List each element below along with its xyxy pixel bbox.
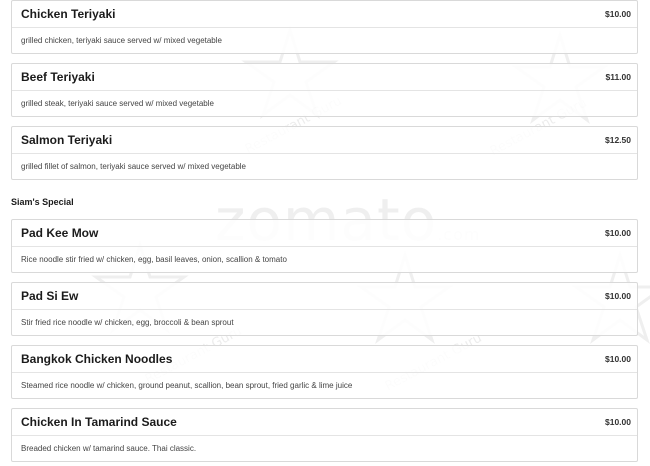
menu-item-header: Chicken Teriyaki $10.00 [12,1,637,28]
dish-price: $10.00 [605,417,631,427]
dish-name: Beef Teriyaki [21,70,95,84]
menu-item-body: grilled steak, teriyaki sauce served w/ … [12,91,637,116]
dish-description: grilled fillet of salmon, teriyaki sauce… [21,162,246,171]
menu-item-body: grilled chicken, teriyaki sauce served w… [12,28,637,53]
dish-price: $11.00 [605,72,631,82]
menu-item-card: Chicken In Tamarind Sauce $10.00 Breaded… [11,408,638,462]
dish-name: Salmon Teriyaki [21,133,113,147]
dish-description: grilled chicken, teriyaki sauce served w… [21,36,222,45]
menu-item-card: Pad Si Ew $10.00 Stir fried rice noodle … [11,282,638,336]
dish-price: $10.00 [605,228,631,238]
dish-name: Bangkok Chicken Noodles [21,352,173,366]
menu-item-header: Pad Kee Mow $10.00 [12,220,637,247]
dish-description: Rice noodle stir fried w/ chicken, egg, … [21,255,287,264]
dish-description: Steamed rice noodle w/ chicken, ground p… [21,381,353,390]
dish-name: Pad Kee Mow [21,226,99,240]
dish-description: Breaded chicken w/ tamarind sauce. Thai … [21,444,197,453]
dish-price: $10.00 [605,291,631,301]
menu-item-header: Salmon Teriyaki $12.50 [12,127,637,154]
section-title: Siam's Special [11,197,74,207]
menu-item-header: Bangkok Chicken Noodles $10.00 [12,346,637,373]
dish-description: Stir fried rice noodle w/ chicken, egg, … [21,318,234,327]
menu-item-card: Beef Teriyaki $11.00 grilled steak, teri… [11,63,638,117]
dish-price: $10.00 [605,9,631,19]
menu-item-header: Chicken In Tamarind Sauce $10.00 [12,409,637,436]
dish-price: $12.50 [605,135,631,145]
menu-item-card: Salmon Teriyaki $12.50 grilled fillet of… [11,126,638,180]
menu-item-body: grilled fillet of salmon, teriyaki sauce… [12,154,637,179]
menu-item-header: Pad Si Ew $10.00 [12,283,637,310]
menu-item-body: Breaded chicken w/ tamarind sauce. Thai … [12,436,637,461]
dish-description: grilled steak, teriyaki sauce served w/ … [21,99,214,108]
menu-page: zomato.com Restaurant Guru Restaurant Gu… [0,0,650,466]
menu-item-card: Chicken Teriyaki $10.00 grilled chicken,… [11,0,638,54]
menu-item-card: Bangkok Chicken Noodles $10.00 Steamed r… [11,345,638,399]
menu-item-body: Stir fried rice noodle w/ chicken, egg, … [12,310,637,335]
dish-price: $10.00 [605,354,631,364]
menu-item-body: Steamed rice noodle w/ chicken, ground p… [12,373,637,398]
dish-name: Chicken In Tamarind Sauce [21,415,177,429]
dish-name: Chicken Teriyaki [21,7,116,21]
menu-item-header: Beef Teriyaki $11.00 [12,64,637,91]
menu-item-card: Pad Kee Mow $10.00 Rice noodle stir frie… [11,219,638,273]
menu-item-body: Rice noodle stir fried w/ chicken, egg, … [12,247,637,272]
dish-name: Pad Si Ew [21,289,79,303]
